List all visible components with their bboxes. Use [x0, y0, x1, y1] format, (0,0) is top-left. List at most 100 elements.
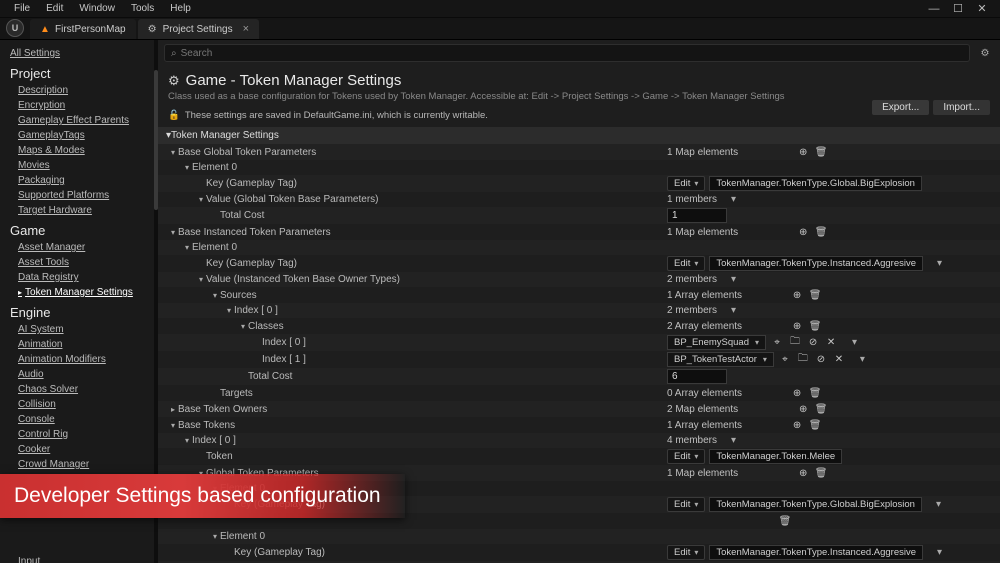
class-picker[interactable]: BP_EnemySquad▾: [667, 335, 766, 350]
sidebar-item-audio[interactable]: Audio: [10, 367, 150, 382]
sidebar-item-animation[interactable]: Animation: [10, 337, 150, 352]
chevron-down-icon[interactable]: ▾: [731, 305, 736, 316]
sidebar-item-cooker[interactable]: Cooker: [10, 442, 150, 457]
expand-arrow-icon[interactable]: ▾: [224, 306, 234, 315]
sidebar-item-supported-platforms[interactable]: Supported Platforms: [10, 188, 150, 203]
reset-icon[interactable]: ⊘: [806, 336, 820, 350]
sidebar-item-maps-modes[interactable]: Maps & Modes: [10, 143, 150, 158]
use-selected-icon[interactable]: ⌖: [770, 336, 784, 350]
chevron-down-icon[interactable]: ▾: [731, 274, 736, 285]
total-cost-input[interactable]: 6: [667, 369, 727, 384]
add-element-icon[interactable]: ⊕: [796, 225, 810, 239]
add-element-icon[interactable]: ⊕: [790, 418, 804, 432]
add-element-icon[interactable]: ⊕: [790, 288, 804, 302]
expand-arrow-icon[interactable]: ▾: [196, 195, 206, 204]
gameplay-tag-value[interactable]: TokenManager.TokenType.Global.BigExplosi…: [709, 176, 922, 191]
total-cost-input[interactable]: 1: [667, 208, 727, 223]
sidebar-item-crowd-manager[interactable]: Crowd Manager: [10, 457, 150, 472]
edit-tag-button[interactable]: Edit▾: [667, 497, 705, 512]
unreal-logo-icon[interactable]: U: [6, 19, 24, 37]
expand-arrow-icon[interactable]: ▾: [182, 436, 192, 445]
tab-close-icon[interactable]: ×: [243, 23, 249, 35]
clear-icon[interactable]: 🗑: [808, 386, 822, 400]
browse-icon[interactable]: 🗀: [788, 336, 802, 350]
expand-arrow-icon[interactable]: ▸: [168, 405, 178, 414]
gameplay-tag-value[interactable]: TokenManager.TokenType.Global.BigExplosi…: [709, 497, 922, 512]
chevron-down-icon[interactable]: ▾: [852, 337, 857, 348]
chevron-down-icon[interactable]: ▾: [937, 547, 942, 558]
clear-icon[interactable]: ✕: [832, 353, 846, 367]
export-button[interactable]: Export...: [872, 100, 929, 115]
sidebar-item-console[interactable]: Console: [10, 412, 150, 427]
expand-arrow-icon[interactable]: ▾: [210, 291, 220, 300]
menu-file[interactable]: File: [6, 1, 38, 16]
import-button[interactable]: Import...: [933, 100, 990, 115]
edit-tag-button[interactable]: Edit▾: [667, 545, 705, 560]
edit-tag-button[interactable]: Edit▾: [667, 449, 705, 464]
expand-arrow-icon[interactable]: ▾: [168, 421, 178, 430]
expand-arrow-icon[interactable]: ▾: [238, 322, 248, 331]
sidebar-item-token-manager-settings[interactable]: Token Manager Settings: [10, 285, 150, 300]
reset-icon[interactable]: ⊘: [814, 353, 828, 367]
sidebar-item-encryption[interactable]: Encryption: [10, 98, 150, 113]
gameplay-tag-value[interactable]: TokenManager.TokenType.Instanced.Aggresi…: [709, 545, 923, 560]
expand-arrow-icon[interactable]: ▾: [210, 532, 220, 541]
add-element-icon[interactable]: ⊕: [790, 319, 804, 333]
search-input[interactable]: ⌕ Search: [164, 44, 970, 62]
view-options-gear-icon[interactable]: ⚙: [976, 48, 994, 59]
gameplay-tag-value[interactable]: TokenManager.Token.Melee: [709, 449, 842, 464]
window-minimize-icon[interactable]: —: [922, 3, 946, 15]
gameplay-tag-value[interactable]: TokenManager.TokenType.Instanced.Aggresi…: [709, 256, 923, 271]
window-close-icon[interactable]: ✕: [970, 2, 994, 15]
browse-icon[interactable]: 🗀: [796, 353, 810, 367]
menu-tools[interactable]: Tools: [123, 1, 162, 16]
tab-firstpersonmap[interactable]: ▲ FirstPersonMap: [30, 19, 136, 39]
sidebar-item-collision[interactable]: Collision: [10, 397, 150, 412]
menu-help[interactable]: Help: [162, 1, 199, 16]
sidebar-all-settings[interactable]: All Settings: [10, 46, 150, 61]
sidebar-item-asset-manager[interactable]: Asset Manager: [10, 240, 150, 255]
add-element-icon[interactable]: ⊕: [796, 402, 810, 416]
chevron-down-icon[interactable]: ▾: [860, 354, 865, 365]
sidebar-item-movies[interactable]: Movies: [10, 158, 150, 173]
clear-icon[interactable]: 🗑: [814, 402, 828, 416]
add-element-icon[interactable]: ⊕: [796, 145, 810, 159]
sidebar-item-description[interactable]: Description: [10, 83, 150, 98]
sidebar-item-chaos-solver[interactable]: Chaos Solver: [10, 382, 150, 397]
add-element-icon[interactable]: ⊕: [796, 466, 810, 480]
category-token-manager-settings[interactable]: ▾ Token Manager Settings: [158, 127, 1000, 144]
menu-edit[interactable]: Edit: [38, 1, 71, 16]
clear-icon[interactable]: 🗑: [808, 288, 822, 302]
clear-icon[interactable]: 🗑: [814, 145, 828, 159]
clear-icon[interactable]: ✕: [824, 336, 838, 350]
clear-icon[interactable]: 🗑: [808, 319, 822, 333]
chevron-down-icon[interactable]: ▾: [936, 499, 941, 510]
clear-icon[interactable]: 🗑: [814, 225, 828, 239]
tab-project-settings[interactable]: ⚙ Project Settings ×: [138, 19, 259, 39]
use-selected-icon[interactable]: ⌖: [778, 353, 792, 367]
expand-arrow-icon[interactable]: ▾: [168, 148, 178, 157]
expand-arrow-icon[interactable]: ▾: [196, 275, 206, 284]
sidebar-item-asset-tools[interactable]: Asset Tools: [10, 255, 150, 270]
sidebar-item-ai-system[interactable]: AI System: [10, 322, 150, 337]
sidebar-item-packaging[interactable]: Packaging: [10, 173, 150, 188]
chevron-down-icon[interactable]: ▾: [937, 258, 942, 269]
menu-window[interactable]: Window: [71, 1, 123, 16]
window-maximize-icon[interactable]: ☐: [946, 2, 970, 15]
edit-tag-button[interactable]: Edit▾: [667, 176, 705, 191]
sidebar-item-gameplaytags[interactable]: GameplayTags: [10, 128, 150, 143]
chevron-down-icon[interactable]: ▾: [731, 194, 736, 205]
expand-arrow-icon[interactable]: ▾: [182, 163, 192, 172]
sidebar-item-animation-modifiers[interactable]: Animation Modifiers: [10, 352, 150, 367]
class-picker[interactable]: BP_TokenTestActor▾: [667, 352, 774, 367]
expand-arrow-icon[interactable]: ▾: [168, 228, 178, 237]
expand-arrow-icon[interactable]: ▾: [182, 243, 192, 252]
chevron-down-icon[interactable]: ▾: [731, 435, 736, 446]
clear-icon[interactable]: 🗑: [778, 514, 792, 528]
sidebar-item-target-hardware[interactable]: Target Hardware: [10, 203, 150, 218]
sidebar-item-control-rig[interactable]: Control Rig: [10, 427, 150, 442]
add-element-icon[interactable]: ⊕: [790, 386, 804, 400]
sidebar-item-data-registry[interactable]: Data Registry: [10, 270, 150, 285]
sidebar-item-input[interactable]: Input: [10, 554, 150, 563]
clear-icon[interactable]: 🗑: [814, 466, 828, 480]
